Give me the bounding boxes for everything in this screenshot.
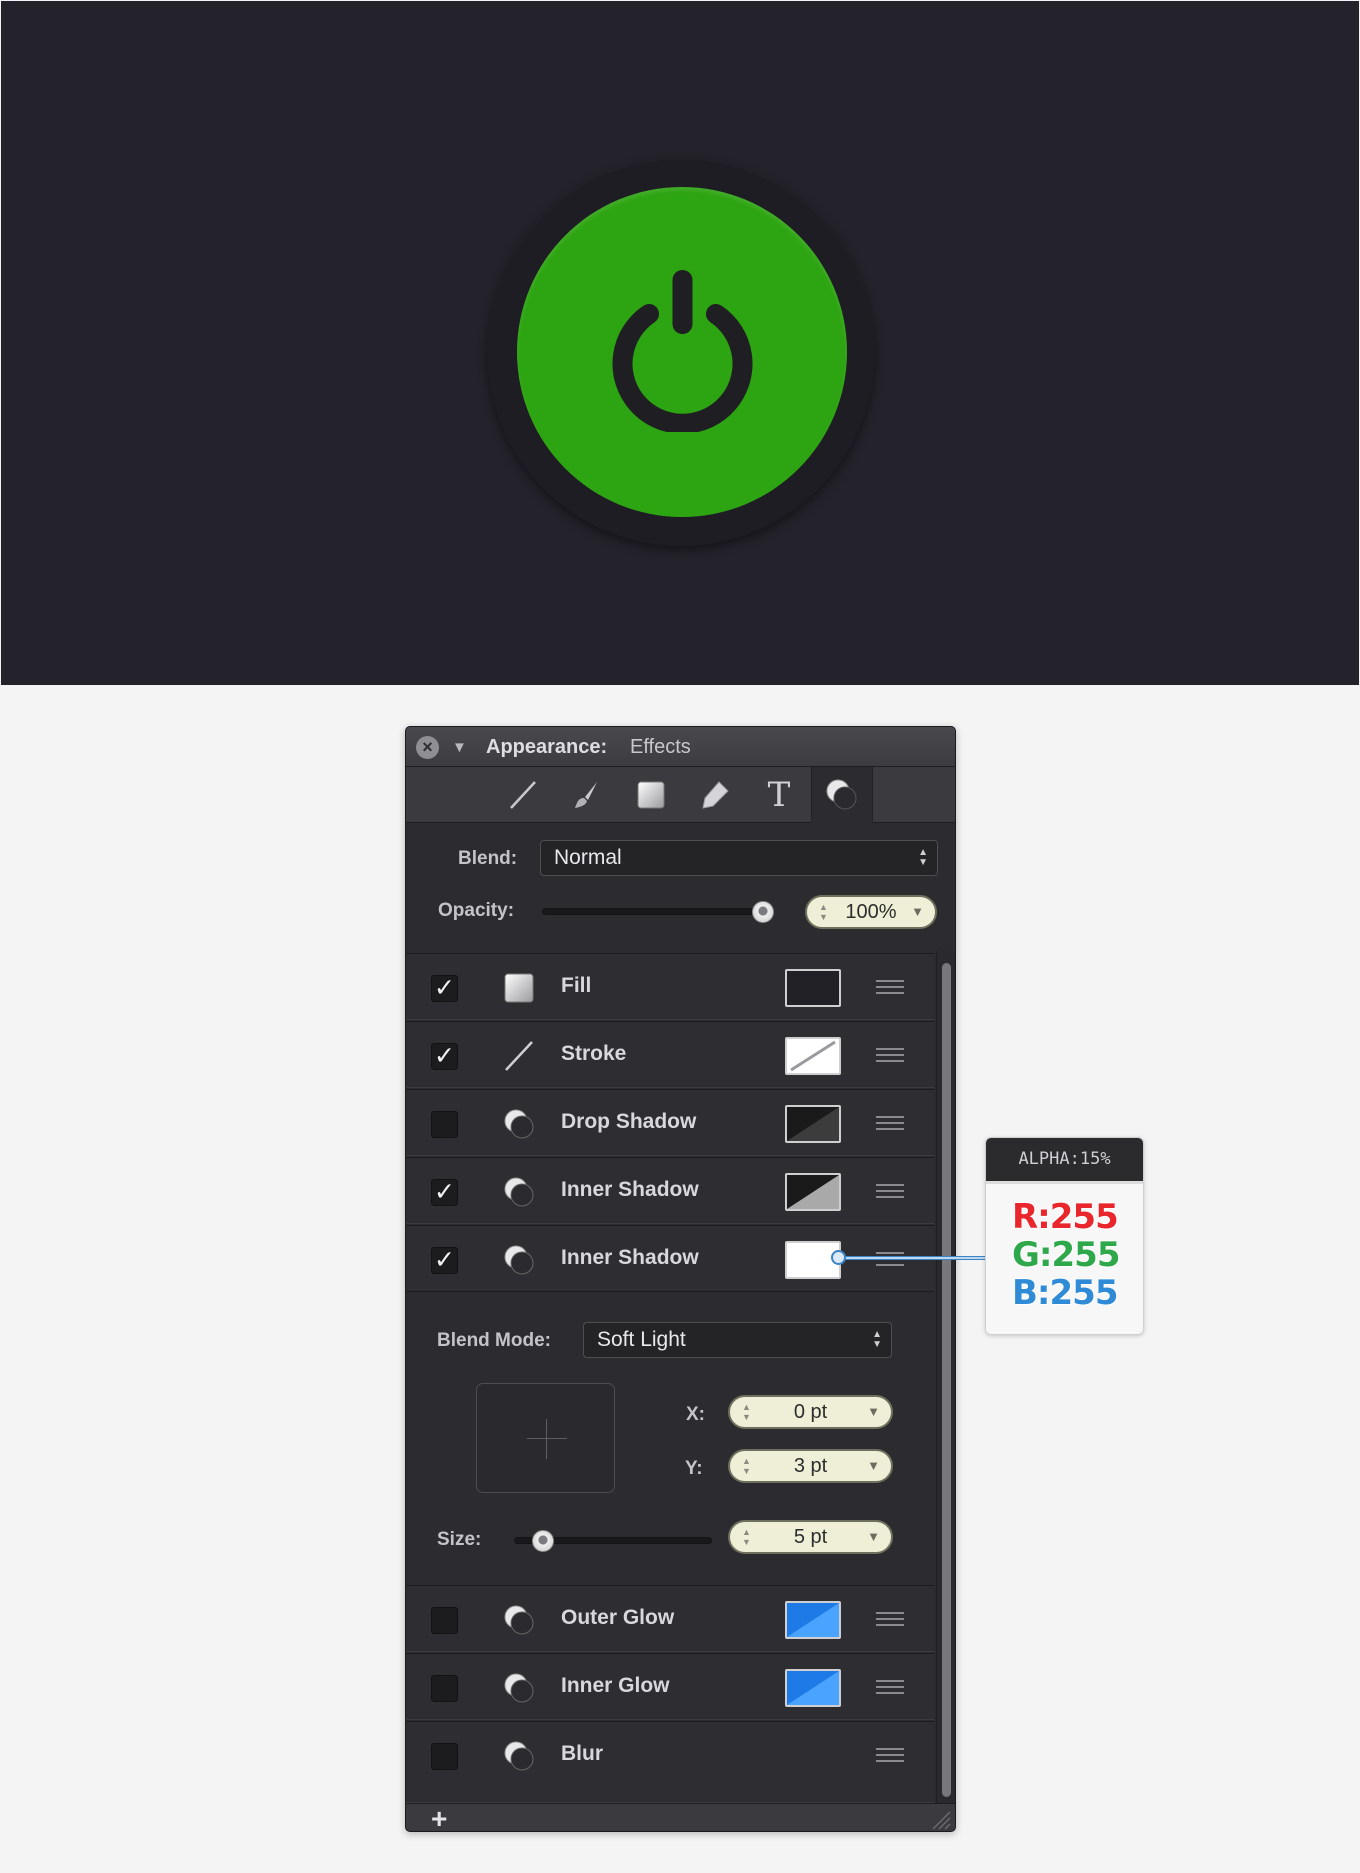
blur-checkbox[interactable]: [431, 1743, 458, 1770]
fill-icon: [504, 973, 534, 1003]
style-toolbar: T: [406, 767, 955, 823]
outer-glow-checkbox[interactable]: [431, 1607, 458, 1634]
panel-subtitle: Effects: [630, 736, 691, 758]
disclosure-triangle-icon[interactable]: ▼: [452, 739, 467, 756]
opacity-slider[interactable]: [542, 908, 774, 915]
effect-icon: [504, 1673, 534, 1703]
drag-handle-icon[interactable]: [876, 1680, 904, 1695]
fill-color-swatch[interactable]: [785, 969, 841, 1007]
shape-fill-icon[interactable]: [631, 775, 671, 815]
dropdown-arrow-icon[interactable]: ▼: [867, 1522, 880, 1552]
effect-row-inner-glow[interactable]: Inner Glow: [406, 1653, 934, 1720]
effect-label: Outer Glow: [561, 1606, 675, 1629]
effect-label: Drop Shadow: [561, 1110, 697, 1133]
fill-checkbox[interactable]: ✓: [431, 975, 458, 1002]
effect-row-drop-shadow[interactable]: Drop Shadow: [406, 1089, 934, 1156]
offset-preview-box[interactable]: [476, 1383, 615, 1493]
scrollbar-thumb[interactable]: [942, 963, 951, 1797]
drop-shadow-checkbox[interactable]: [431, 1111, 458, 1138]
effect-label: Inner Shadow: [561, 1246, 699, 1269]
brush-tool-icon[interactable]: [567, 775, 607, 815]
panel-title: Appearance:: [486, 736, 608, 758]
opacity-label: Opacity:: [438, 900, 515, 921]
callout-alpha: ALPHA:15%: [986, 1138, 1143, 1181]
resize-grip-icon[interactable]: [929, 1808, 951, 1830]
callout-green-value: G:255: [1012, 1235, 1120, 1275]
outer-glow-color-swatch[interactable]: [785, 1601, 841, 1639]
power-icon: [612, 270, 753, 432]
stroke-icon: [505, 1041, 533, 1071]
callout-connector: [839, 1256, 986, 1260]
y-stepper[interactable]: ▲ ▼ 3 pt ▼: [728, 1449, 893, 1483]
blend-select-value: Normal: [554, 846, 622, 869]
effect-icon: [504, 1109, 534, 1139]
callout-red-value: R:255: [1012, 1197, 1119, 1237]
callout-blue-value: B:255: [1012, 1273, 1118, 1313]
effect-label: Fill: [561, 974, 592, 997]
effect-row-blur[interactable]: Blur: [406, 1721, 934, 1803]
select-arrows-icon: ▲ ▼: [918, 847, 928, 868]
inner-shadow-color-swatch[interactable]: [785, 1173, 841, 1211]
crosshair-icon: [546, 1419, 547, 1459]
effect-icon: [504, 1177, 534, 1207]
size-slider-knob[interactable]: [531, 1530, 554, 1552]
callout-rgb: R:255 G:255 B:255: [986, 1181, 1143, 1334]
blend-mode-label: Blend Mode:: [437, 1330, 551, 1351]
x-stepper[interactable]: ▲ ▼ 0 pt ▼: [728, 1395, 893, 1429]
effect-icon: [504, 1605, 534, 1635]
inner-shadow-checkbox[interactable]: ✓: [431, 1247, 458, 1274]
blend-mode-select[interactable]: Soft Light ▲ ▼: [583, 1322, 892, 1358]
effect-icon: [504, 1245, 534, 1275]
effect-label: Stroke: [561, 1042, 627, 1065]
effects-scrollbar[interactable]: [936, 951, 955, 1803]
stroke-color-swatch[interactable]: [785, 1037, 841, 1075]
blend-mode-value: Soft Light: [597, 1328, 686, 1351]
panel-footer: +: [406, 1803, 955, 1832]
blend-label: Blend:: [458, 848, 518, 869]
drag-handle-icon[interactable]: [876, 980, 904, 995]
drag-handle-icon[interactable]: [876, 1116, 904, 1131]
effect-label: Inner Shadow: [561, 1178, 699, 1201]
inner-glow-checkbox[interactable]: [431, 1675, 458, 1702]
drag-handle-icon[interactable]: [876, 1748, 904, 1763]
inner-shadow-settings: Blend Mode: Soft Light ▲ ▼ X: ▲ ▼ 0 pt ▼ Y…: [406, 1291, 934, 1585]
inner-shadow-checkbox[interactable]: ✓: [431, 1179, 458, 1206]
y-label: Y:: [685, 1458, 703, 1479]
effect-label: Inner Glow: [561, 1674, 670, 1697]
callout-anchor-dot: [831, 1250, 846, 1265]
drag-handle-icon[interactable]: [876, 1612, 904, 1627]
crosshair-icon: [527, 1438, 567, 1439]
add-effect-button[interactable]: +: [431, 1804, 447, 1832]
dropdown-arrow-icon[interactable]: ▼: [867, 1397, 880, 1427]
effect-icon: [504, 1741, 534, 1771]
effect-label: Blur: [561, 1742, 603, 1765]
effects-tool-icon[interactable]: [811, 767, 873, 823]
close-icon[interactable]: ×: [416, 736, 439, 759]
size-stepper[interactable]: ▲ ▼ 5 pt ▼: [728, 1520, 893, 1554]
dropdown-arrow-icon[interactable]: ▼: [911, 897, 924, 927]
color-callout: ALPHA:15% R:255 G:255 B:255: [985, 1137, 1144, 1335]
drop-shadow-color-swatch[interactable]: [785, 1105, 841, 1143]
pen-tool-icon[interactable]: [695, 775, 735, 815]
size-label: Size:: [437, 1529, 482, 1550]
appearance-panel: × ▼ Appearance: Effects T Blend: Normal …: [405, 726, 956, 1832]
stroke-checkbox[interactable]: ✓: [431, 1043, 458, 1070]
line-tool-icon[interactable]: [503, 775, 543, 815]
text-tool-icon[interactable]: T: [759, 775, 799, 815]
inner-glow-color-swatch[interactable]: [785, 1669, 841, 1707]
select-arrows-icon: ▲ ▼: [872, 1329, 882, 1350]
drag-handle-icon[interactable]: [876, 1048, 904, 1063]
opacity-slider-knob[interactable]: [752, 901, 774, 923]
opacity-stepper[interactable]: ▲ ▼ 100% ▼: [805, 895, 937, 929]
panel-titlebar: × ▼ Appearance: Effects: [406, 727, 955, 767]
x-label: X:: [686, 1404, 705, 1425]
effect-row-stroke[interactable]: ✓ Stroke: [406, 1021, 934, 1088]
effect-row-inner-shadow-1[interactable]: ✓ Inner Shadow: [406, 1157, 934, 1224]
drag-handle-icon[interactable]: [876, 1184, 904, 1199]
dropdown-arrow-icon[interactable]: ▼: [867, 1451, 880, 1481]
effect-row-outer-glow[interactable]: Outer Glow: [406, 1585, 934, 1652]
effect-row-fill[interactable]: ✓ Fill: [406, 953, 934, 1020]
blend-select[interactable]: Normal ▲ ▼: [540, 840, 938, 876]
